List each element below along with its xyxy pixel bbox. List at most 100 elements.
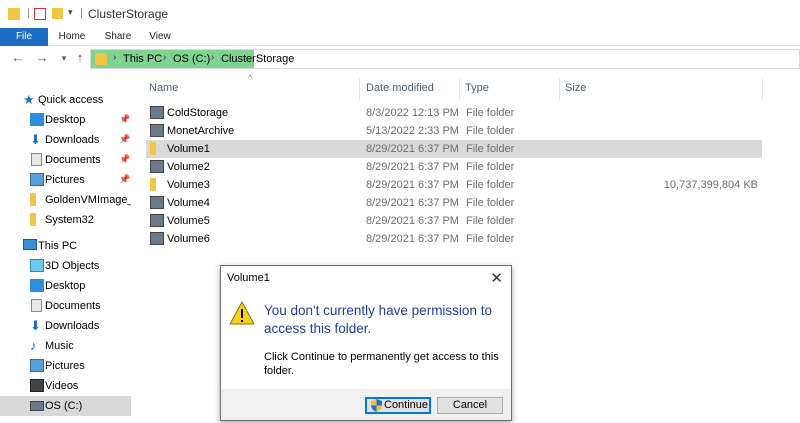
table-row[interactable]: Volume5 8/29/2021 6:37 PM File folder [146,212,762,230]
sidebar-item-downloads[interactable]: ⬇ Downloads 📌 [0,130,131,150]
drive-folder-icon [150,160,164,173]
window-title: ClusterStorage [88,7,169,21]
address-bar[interactable]: › This PC › OS (C:) › ClusterStorage [90,49,800,69]
folder-shortcut-icon [150,142,156,155]
file-type: File folder [466,197,515,209]
file-name: ColdStorage [167,107,229,119]
properties-icon[interactable] [34,8,46,20]
column-divider[interactable] [762,78,763,100]
breadcrumb-this-pc[interactable]: This PC [123,53,162,65]
tab-share[interactable]: Share [98,28,138,46]
sidebar-item-label: Pictures [45,174,85,186]
file-name: Volume5 [167,215,210,227]
drive-folder-icon [150,106,164,119]
forward-arrow-icon[interactable]: → [34,50,50,66]
chevron-right-icon: › [163,52,167,63]
sidebar-item-downloads-pc[interactable]: ⬇ Downloads [0,316,131,336]
sidebar-item-videos[interactable]: Videos [0,376,131,396]
column-divider[interactable] [459,78,460,100]
file-type: File folder [466,143,515,155]
table-row[interactable]: Volume2 8/29/2021 6:37 PM File folder [146,158,762,176]
file-type: File folder [466,107,515,119]
file-date: 8/29/2021 6:37 PM [366,161,459,173]
pin-icon[interactable]: 📌 [119,174,130,185]
column-header-name[interactable]: Name [149,82,178,94]
file-name: Volume1 [167,143,210,155]
documents-icon [31,299,42,312]
sort-ascending-icon: ^ [248,73,253,83]
file-date: 8/3/2022 12:13 PM [366,107,459,119]
table-row[interactable]: Volume4 8/29/2021 6:37 PM File folder [146,194,762,212]
sidebar-item-system32[interactable]: System32 [0,210,131,230]
tab-home[interactable]: Home [52,28,92,46]
tab-file[interactable]: File [0,28,48,46]
table-row[interactable]: Volume3 8/29/2021 6:37 PM File folder 10… [146,176,762,194]
sidebar-item-music[interactable]: ♪ Music [0,336,131,356]
breadcrumb-os-c[interactable]: OS (C:) [173,53,210,65]
sidebar-item-label: Music [45,340,74,352]
documents-icon [31,153,42,166]
file-size: 10,737,399,804 KB [663,179,758,191]
sidebar-item-label: Documents [45,154,101,166]
3d-objects-icon [30,259,44,272]
desktop-icon [30,113,44,126]
chevron-right-icon: › [113,52,117,63]
pin-icon[interactable]: 📌 [119,134,130,145]
cancel-button[interactable]: Cancel [437,397,503,414]
table-row[interactable]: MonetArchive 5/13/2022 2:33 PM File fold… [146,122,762,140]
sidebar-item-pictures-pc[interactable]: Pictures [0,356,131,376]
column-divider[interactable] [559,78,560,100]
folder-icon [8,8,20,20]
separator: | [27,7,30,19]
desktop-icon [30,279,44,292]
folder-icon [30,193,36,206]
breadcrumb-clusterstorage[interactable]: ClusterStorage [221,53,294,65]
star-icon: ★ [23,92,35,107]
table-row[interactable]: Volume6 8/29/2021 6:37 PM File folder [146,230,762,248]
sidebar-item-desktop[interactable]: Desktop 📌 [0,110,131,130]
pin-icon[interactable]: 📌 [119,154,130,165]
tab-view[interactable]: View [140,28,180,46]
column-header-size[interactable]: Size [565,82,586,94]
navigation-bar: ← → ▾ ↑ › This PC › OS (C:) › ClusterSto… [0,46,800,72]
chevron-right-icon: › [211,52,215,63]
sidebar-item-goldenvmimage[interactable]: GoldenVMImage_20 [0,190,131,210]
table-row[interactable]: Volume1 8/29/2021 6:37 PM File folder [146,140,762,158]
column-header-date[interactable]: Date modified [366,82,434,94]
back-arrow-icon[interactable]: ← [10,50,26,66]
column-divider[interactable] [359,78,360,100]
file-date: 8/29/2021 6:37 PM [366,197,459,209]
sidebar-item-label: System32 [45,214,94,226]
sidebar-item-3d-objects[interactable]: 3D Objects [0,256,131,276]
permission-dialog: Volume1 ✕ You don't currently have permi… [220,265,512,421]
ribbon: File Home Share View [0,28,800,46]
pin-icon[interactable]: 📌 [119,114,130,125]
file-date: 8/29/2021 6:37 PM [366,179,459,191]
customize-toolbar-icon[interactable]: ▾ [68,7,73,21]
dialog-footer: Continue Cancel [221,389,511,420]
file-name: MonetArchive [167,125,235,137]
sidebar-item-os-c[interactable]: OS (C:) [0,396,131,416]
sidebar-item-desktop-pc[interactable]: Desktop [0,276,131,296]
sidebar-item-pictures[interactable]: Pictures 📌 [0,170,131,190]
continue-button[interactable]: Continue [365,397,431,414]
folder-shortcut-icon [150,178,156,191]
sidebar-item-this-pc[interactable]: This PC [0,236,131,256]
table-row[interactable]: ColdStorage 8/3/2022 12:13 PM File folde… [146,104,762,122]
recent-locations-icon[interactable]: ▾ [56,50,72,66]
download-icon: ⬇ [30,318,41,333]
column-header-type[interactable]: Type [465,82,489,94]
sidebar-item-label: Downloads [45,134,100,146]
sidebar-item-label: Quick access [38,94,104,106]
close-icon[interactable]: ✕ [490,269,503,287]
sidebar-item-quick-access[interactable]: ★ Quick access [0,90,131,110]
sidebar-item-documents-pc[interactable]: Documents [0,296,131,316]
dialog-detail: Click Continue to permanently get access… [264,351,499,377]
sidebar-item-label: Documents [45,300,101,312]
sidebar-item-documents[interactable]: Documents 📌 [0,150,131,170]
drive-folder-icon [150,196,164,209]
new-folder-icon[interactable] [52,8,63,19]
folder-icon [30,213,36,226]
up-arrow-icon[interactable]: ↑ [72,50,88,66]
download-icon: ⬇ [30,132,41,147]
